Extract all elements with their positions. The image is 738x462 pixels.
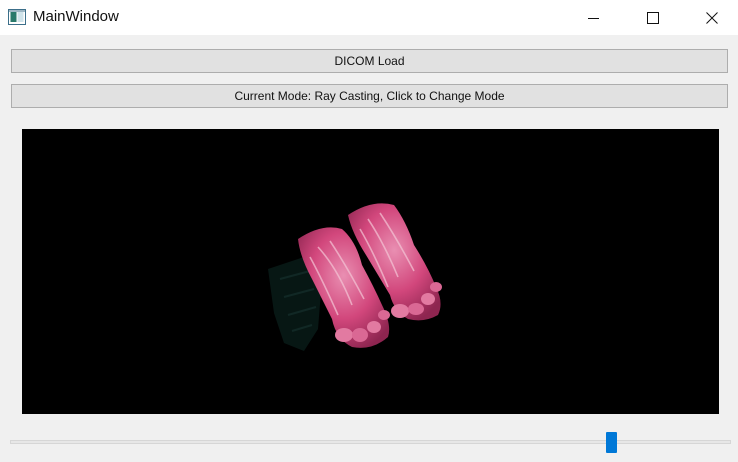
change-mode-button[interactable]: Current Mode: Ray Casting, Click to Chan… bbox=[11, 84, 728, 108]
dicom-load-button[interactable]: DICOM Load bbox=[11, 49, 728, 73]
slider-handle[interactable] bbox=[606, 432, 617, 453]
volume-render-image bbox=[268, 203, 442, 351]
render-viewport[interactable] bbox=[22, 129, 719, 414]
minimize-icon bbox=[588, 12, 600, 24]
maximize-icon bbox=[647, 11, 659, 24]
close-icon bbox=[706, 11, 718, 24]
slider-groove[interactable] bbox=[10, 440, 731, 444]
window-title: MainWindow bbox=[33, 8, 119, 25]
close-button[interactable] bbox=[683, 0, 738, 35]
render-slider[interactable] bbox=[10, 430, 731, 454]
minimize-button[interactable] bbox=[565, 0, 623, 35]
title-bar: MainWindow bbox=[0, 0, 738, 35]
app-window-icon bbox=[8, 9, 26, 25]
maximize-button[interactable] bbox=[624, 0, 682, 35]
